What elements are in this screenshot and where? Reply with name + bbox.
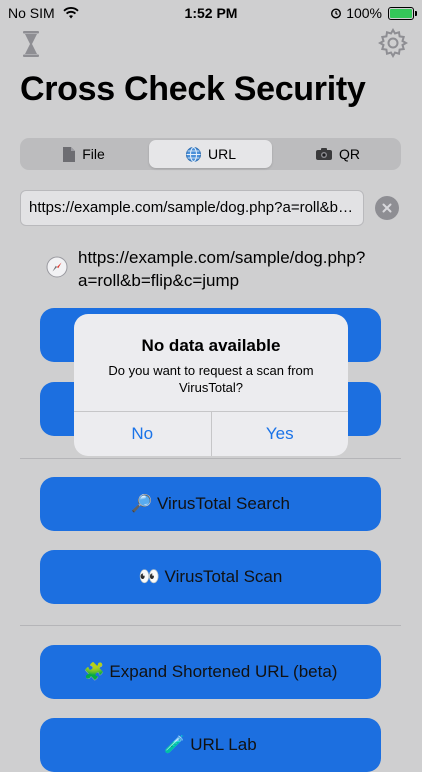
divider xyxy=(20,625,401,626)
camera-icon xyxy=(316,148,332,160)
status-bar: No SIM 1:52 PM 100% xyxy=(0,0,422,26)
alert-buttons: No Yes xyxy=(74,411,348,456)
close-icon xyxy=(382,203,392,213)
url-lab-button[interactable]: 🧪 URL Lab xyxy=(40,718,381,772)
tab-url[interactable]: URL xyxy=(149,140,272,168)
tab-url-label: URL xyxy=(207,146,236,162)
battery-percent: 100% xyxy=(346,5,382,21)
url-preview: https://example.com/sample/dog.php?a=rol… xyxy=(46,246,406,292)
tab-qr-label: QR xyxy=(339,146,360,162)
gear-icon[interactable] xyxy=(378,28,408,58)
hourglass-icon[interactable] xyxy=(20,30,42,58)
url-preview-text: https://example.com/sample/dog.php?a=rol… xyxy=(78,248,366,290)
divider xyxy=(20,458,401,459)
alert-yes-button[interactable]: Yes xyxy=(210,412,349,456)
compass-icon xyxy=(46,256,68,278)
alert-dialog: No data available Do you want to request… xyxy=(74,314,348,456)
tab-file-label: File xyxy=(82,146,105,162)
virustotal-scan-button[interactable]: 👀 VirusTotal Scan xyxy=(40,550,381,604)
tab-file[interactable]: File xyxy=(22,140,145,168)
alert-no-button[interactable]: No xyxy=(74,412,211,456)
status-right: 100% xyxy=(330,5,417,21)
file-icon xyxy=(63,146,76,162)
globe-icon xyxy=(185,146,201,162)
battery-icon xyxy=(388,6,417,20)
alert-title: No data available xyxy=(141,336,281,355)
alarm-icon xyxy=(331,8,342,19)
mode-segmented-control: File URL QR xyxy=(20,138,401,170)
clear-button[interactable] xyxy=(375,196,399,220)
page-title: Cross Check Security xyxy=(20,70,366,108)
tab-qr[interactable]: QR xyxy=(276,140,399,168)
url-input[interactable]: https://example.com/sample/dog.php?a=rol… xyxy=(20,190,364,226)
virustotal-search-button[interactable]: 🔎 VirusTotal Search xyxy=(40,477,381,531)
alert-message: Do you want to request a scan from Virus… xyxy=(108,363,314,395)
expand-url-button[interactable]: 🧩 Expand Shortened URL (beta) xyxy=(40,645,381,699)
